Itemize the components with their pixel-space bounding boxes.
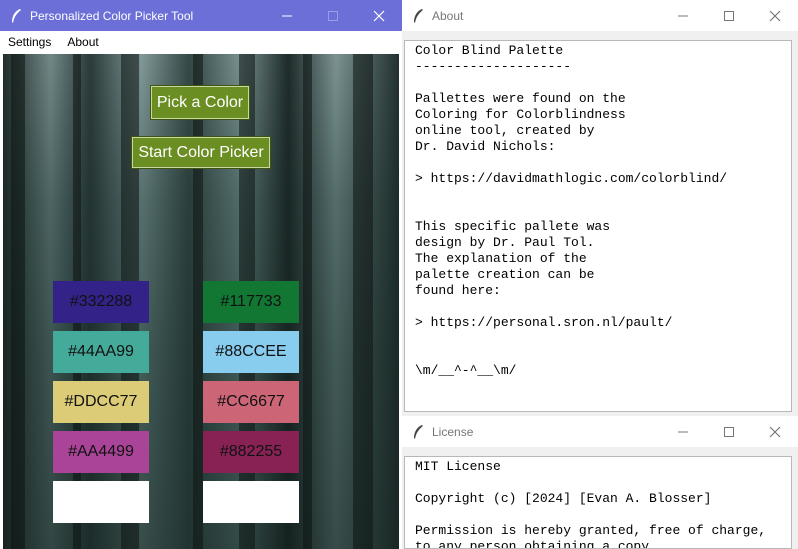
menu-about[interactable]: About [59, 35, 106, 49]
color-swatch[interactable]: #44AA99 [53, 331, 149, 373]
license-window: License MIT License Copyright (c) [2024]… [402, 416, 798, 549]
close-button[interactable] [752, 416, 798, 447]
tree-trunk [353, 54, 373, 549]
license-text[interactable]: MIT License Copyright (c) [2024] [Evan A… [404, 456, 792, 549]
close-icon [769, 10, 781, 21]
maximize-button[interactable] [706, 0, 752, 31]
color-swatch[interactable]: #AA4499 [53, 431, 149, 473]
minimize-button[interactable] [660, 416, 706, 447]
color-swatch[interactable]: #117733 [203, 281, 299, 323]
tree-trunk [303, 54, 312, 549]
license-titlebar[interactable]: License [402, 416, 798, 447]
window-title: License [432, 424, 474, 439]
maximize-icon [724, 426, 734, 437]
color-swatch[interactable] [53, 481, 149, 523]
maximize-button[interactable] [706, 416, 752, 447]
background-canvas: Pick a Color Start Color Picker #332288 #… [3, 54, 399, 549]
window-title: Personalized Color Picker Tool [30, 8, 194, 23]
feather-icon [414, 424, 423, 439]
color-swatch[interactable]: #DDCC77 [53, 381, 149, 423]
maximize-icon [328, 10, 338, 21]
about-window: About Color Blind Palette --------------… [402, 0, 798, 416]
about-text[interactable]: Color Blind Palette --------------------… [404, 40, 792, 412]
close-icon [769, 426, 781, 437]
minimize-icon [678, 15, 688, 16]
maximize-icon [724, 10, 734, 21]
minimize-icon [678, 431, 688, 432]
about-titlebar[interactable]: About [402, 0, 798, 31]
main-window: Personalized Color Picker Tool Settings … [0, 0, 402, 549]
window-title: About [432, 8, 464, 23]
feather-icon [12, 8, 21, 23]
close-button[interactable] [752, 0, 798, 31]
pick-color-button[interactable]: Pick a Color [151, 86, 249, 119]
minimize-button[interactable] [264, 0, 310, 31]
color-swatch[interactable]: #882255 [203, 431, 299, 473]
start-color-picker-button[interactable]: Start Color Picker [132, 137, 270, 168]
menu-settings[interactable]: Settings [0, 35, 59, 49]
close-button[interactable] [356, 0, 402, 31]
menu-bar: Settings About [0, 31, 402, 53]
tree-trunk [193, 54, 203, 549]
color-swatch[interactable]: #332288 [53, 281, 149, 323]
color-swatch[interactable]: #88CCEE [203, 331, 299, 373]
feather-icon [414, 8, 423, 23]
color-swatch[interactable]: #CC6677 [203, 381, 299, 423]
minimize-icon [282, 15, 292, 16]
maximize-button[interactable] [310, 0, 356, 31]
main-titlebar[interactable]: Personalized Color Picker Tool [0, 0, 402, 31]
close-icon [373, 10, 385, 21]
minimize-button[interactable] [660, 0, 706, 31]
color-swatch[interactable] [203, 481, 299, 523]
tree-trunk [11, 54, 25, 549]
